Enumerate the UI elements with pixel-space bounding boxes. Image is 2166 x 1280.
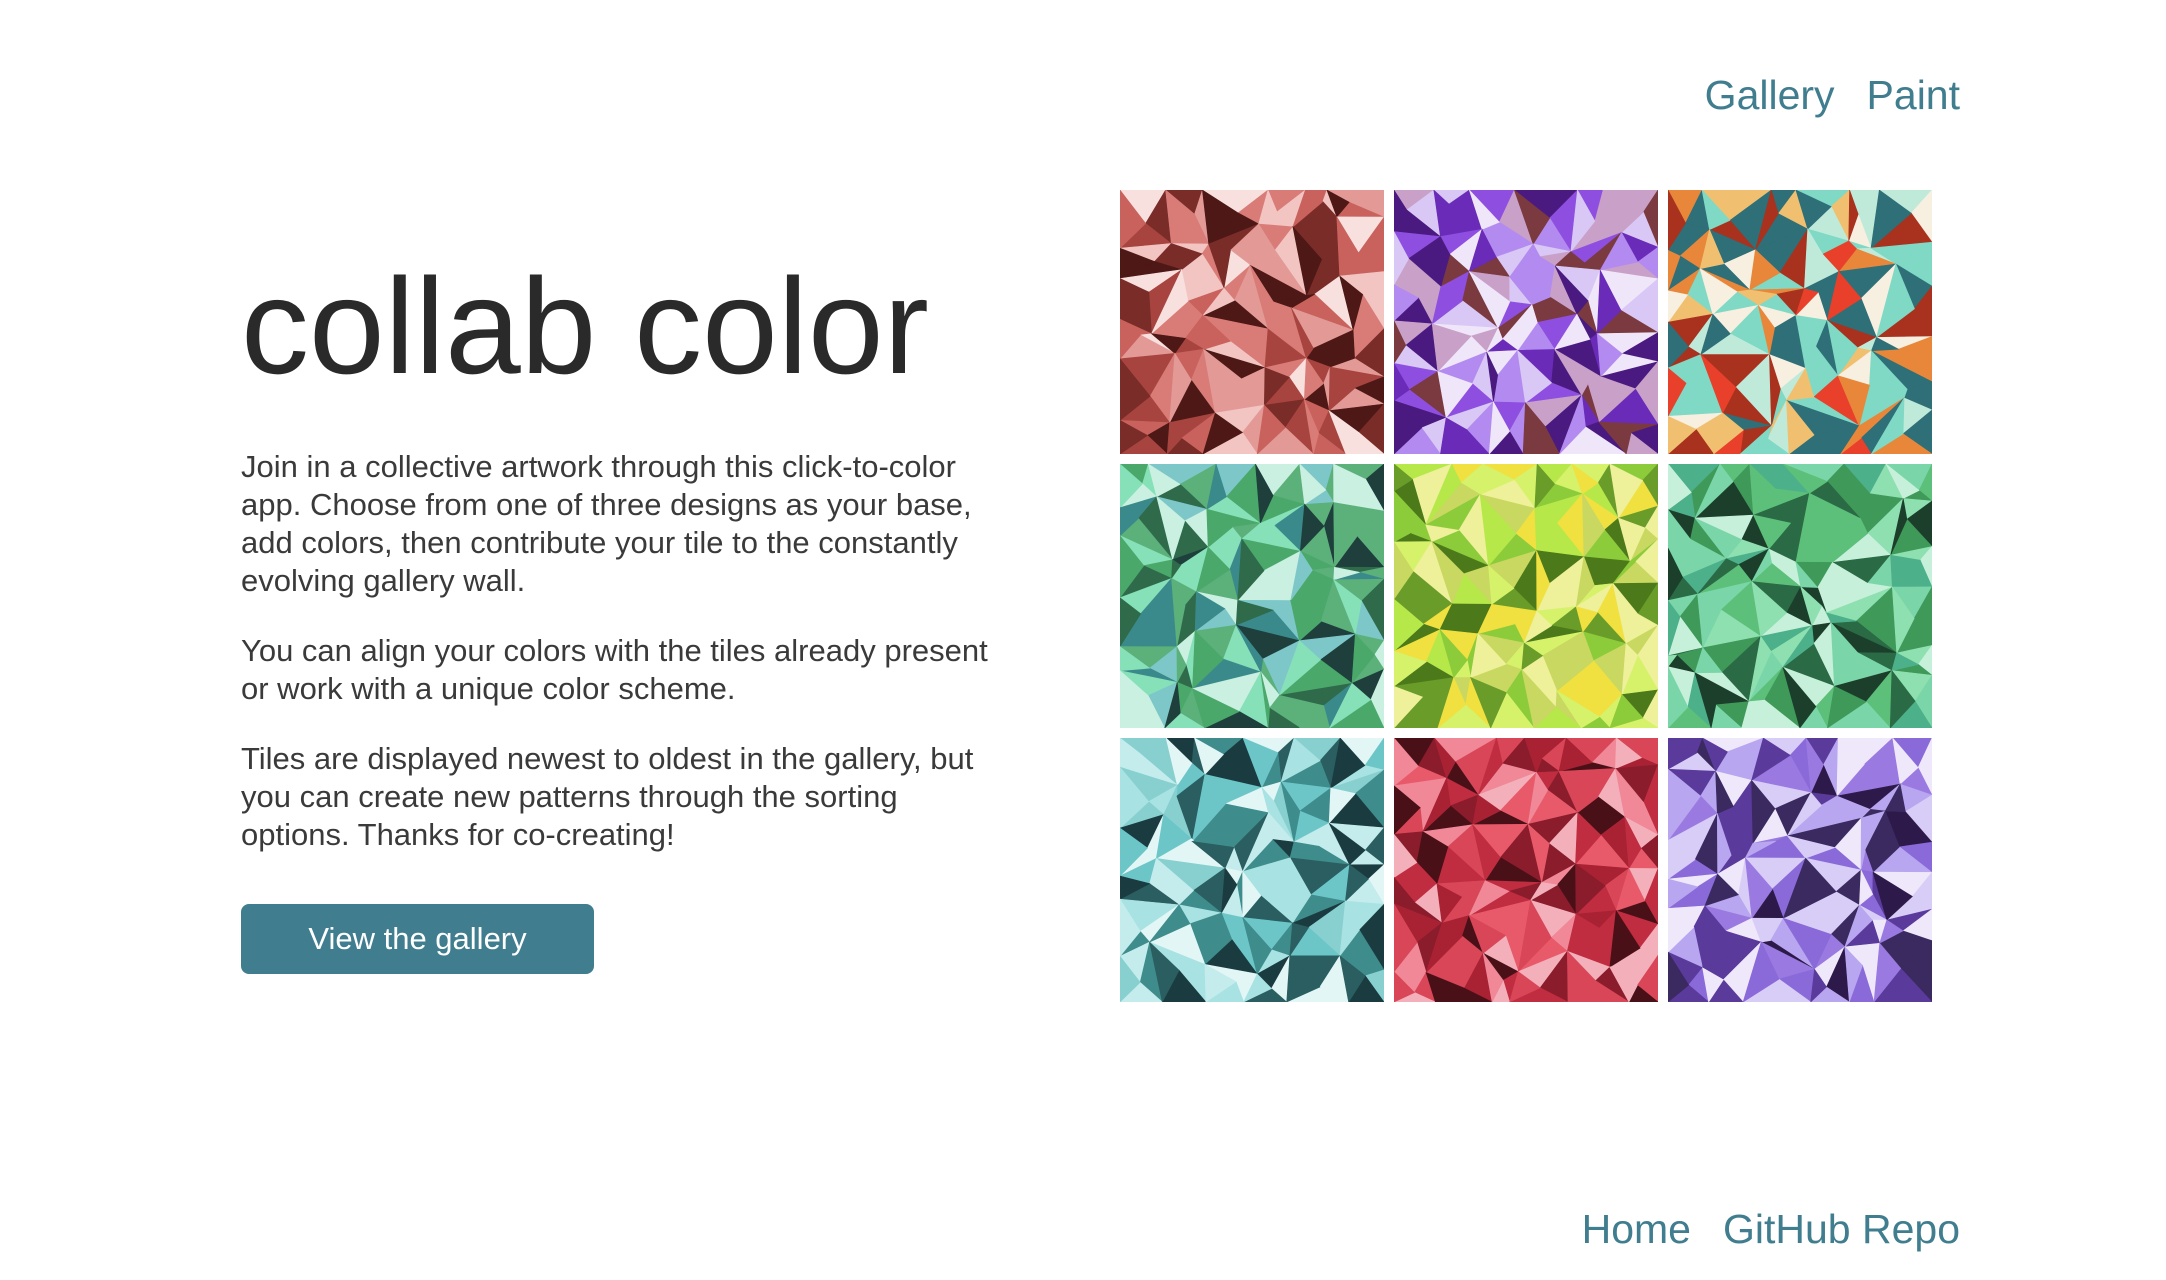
nav-gallery-link[interactable]: Gallery: [1705, 72, 1835, 119]
gallery-tile[interactable]: [1120, 190, 1384, 454]
gallery-tile[interactable]: [1668, 738, 1932, 1002]
gallery-tile[interactable]: [1120, 738, 1384, 1002]
gallery-tile[interactable]: [1394, 190, 1658, 454]
tile-artwork: [1120, 190, 1384, 454]
tile-artwork: [1668, 190, 1932, 454]
gallery-tile[interactable]: [1668, 464, 1932, 728]
intro-paragraph-2: You can align your colors with the tiles…: [241, 633, 988, 706]
tile-artwork: [1394, 738, 1658, 1002]
intro-paragraph-1: Join in a collective artwork through thi…: [241, 449, 972, 598]
view-gallery-button[interactable]: View the gallery: [241, 904, 594, 974]
tile-artwork: [1668, 464, 1932, 728]
nav-paint-link[interactable]: Paint: [1867, 72, 1960, 119]
gallery-tile[interactable]: [1394, 464, 1658, 728]
gallery-tile[interactable]: [1668, 190, 1932, 454]
tile-artwork: [1668, 738, 1932, 1002]
footer-github-link[interactable]: GitHub Repo: [1723, 1206, 1960, 1253]
footer-home-link[interactable]: Home: [1582, 1206, 1691, 1253]
tile-artwork: [1120, 464, 1384, 728]
tile-artwork: [1394, 190, 1658, 454]
tile-artwork: [1120, 738, 1384, 1002]
top-nav: Gallery Paint: [1705, 72, 1960, 119]
page-title: collab color: [241, 250, 929, 402]
tile-grid: [1120, 190, 1932, 1002]
gallery-tile[interactable]: [1394, 738, 1658, 1002]
tile-artwork: [1394, 464, 1658, 728]
page: Gallery Paint collab color Join in a col…: [0, 0, 2166, 1280]
hero-section: collab color Join in a collective artwor…: [241, 258, 1001, 974]
intro-paragraph-3: Tiles are displayed newest to oldest in …: [241, 741, 974, 852]
footer-nav: Home GitHub Repo: [1582, 1206, 1960, 1253]
gallery-tile[interactable]: [1120, 464, 1384, 728]
